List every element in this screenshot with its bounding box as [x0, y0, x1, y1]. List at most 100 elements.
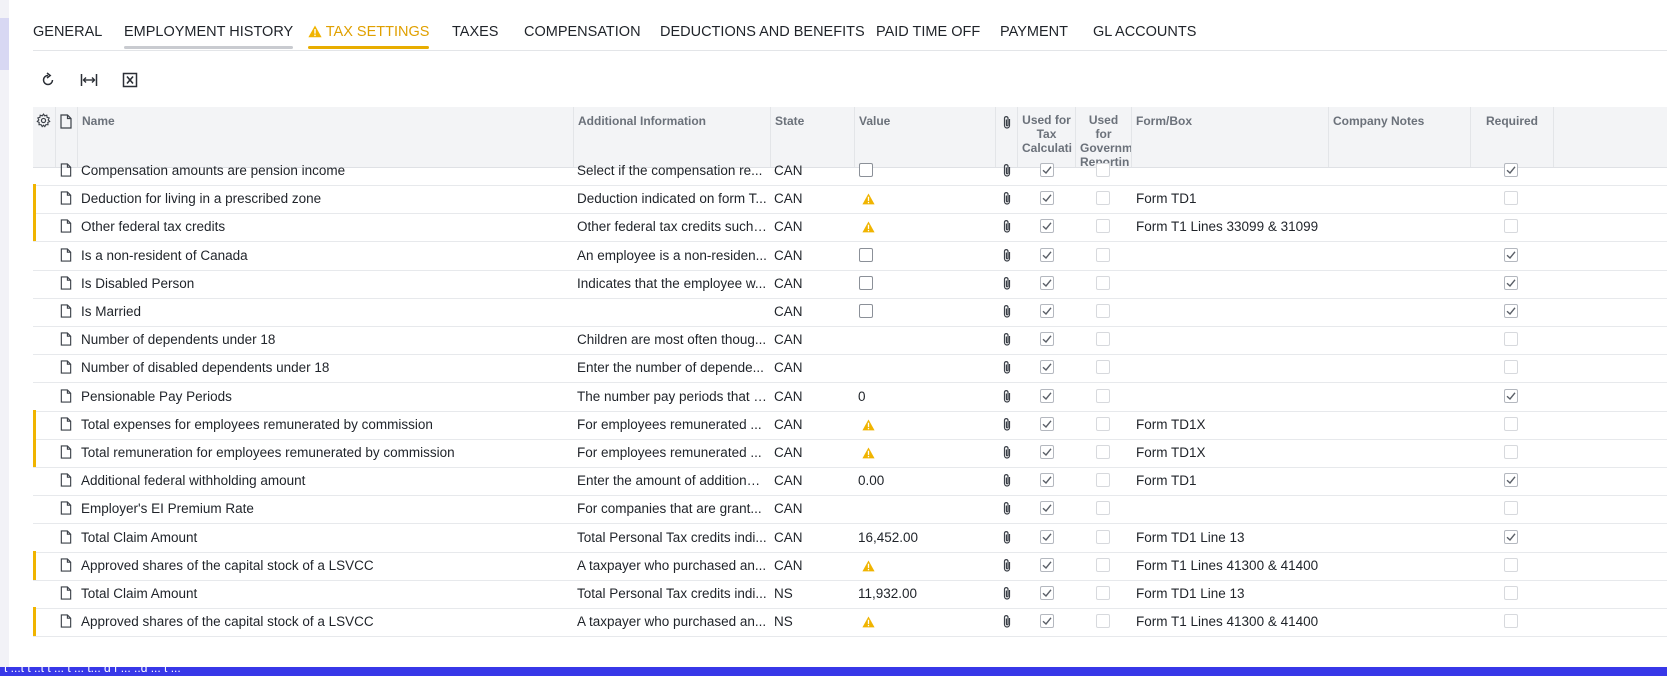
- table-row[interactable]: Total expenses for employees remunerated…: [33, 410, 1667, 440]
- table-row[interactable]: Additional federal withholding amount Ent…: [33, 466, 1667, 496]
- company-notes-cell[interactable]: [1332, 410, 1468, 439]
- value-cell[interactable]: [858, 353, 993, 382]
- value-checkbox[interactable]: [859, 276, 873, 290]
- form-box-cell: Form T1 Lines 33099 & 31099: [1136, 219, 1319, 234]
- fit-to-width-button[interactable]: [75, 66, 103, 94]
- paperclip-icon[interactable]: [1001, 530, 1013, 550]
- paperclip-icon[interactable]: [1001, 163, 1013, 183]
- table-row[interactable]: Employer's EI Premium Rate For companies …: [33, 494, 1667, 524]
- paperclip-icon[interactable]: [1001, 360, 1013, 380]
- table-row[interactable]: Approved shares of the capital stock of …: [33, 607, 1667, 637]
- table-row[interactable]: Total Claim Amount Total Personal Tax cre…: [33, 523, 1667, 553]
- table-row[interactable]: Number of disabled dependents under 18 En…: [33, 353, 1667, 383]
- paperclip-icon[interactable]: [1001, 304, 1013, 324]
- document-icon[interactable]: [60, 501, 72, 520]
- required-checkbox: [1504, 389, 1518, 403]
- company-notes-cell[interactable]: [1332, 551, 1468, 580]
- tab-tax-settings[interactable]: TAX SETTINGS: [308, 24, 430, 49]
- name-cell: Number of disabled dependents under 18: [81, 360, 330, 375]
- document-icon[interactable]: [60, 191, 72, 210]
- document-icon[interactable]: [60, 304, 72, 323]
- value-checkbox[interactable]: [859, 248, 873, 262]
- name-cell: Deduction for living in a prescribed zon…: [81, 191, 322, 206]
- document-icon[interactable]: [60, 614, 72, 633]
- paperclip-icon[interactable]: [1001, 586, 1013, 606]
- document-icon[interactable]: [60, 360, 72, 379]
- value-cell[interactable]: [858, 494, 993, 523]
- table-row[interactable]: Is a non-resident of Canada An employee i…: [33, 241, 1667, 271]
- paperclip-icon[interactable]: [1001, 191, 1013, 211]
- document-icon[interactable]: [60, 530, 72, 549]
- company-notes-cell[interactable]: [1332, 523, 1468, 552]
- paperclip-icon[interactable]: [1001, 417, 1013, 437]
- company-notes-cell[interactable]: [1332, 579, 1468, 608]
- company-notes-cell[interactable]: [1332, 212, 1468, 241]
- table-row[interactable]: Is Disabled Person Indicates that the emp…: [33, 269, 1667, 299]
- document-icon[interactable]: [60, 473, 72, 492]
- tab-gl-accounts[interactable]: GL ACCOUNTS: [1093, 24, 1196, 40]
- document-icon[interactable]: [60, 558, 72, 577]
- company-notes-cell[interactable]: [1332, 297, 1468, 326]
- paperclip-icon[interactable]: [1001, 248, 1013, 268]
- paperclip-icon[interactable]: [1001, 332, 1013, 352]
- paperclip-icon[interactable]: [1001, 558, 1013, 578]
- paperclip-icon[interactable]: [1001, 614, 1013, 634]
- export-to-excel-button[interactable]: [116, 66, 144, 94]
- table-row[interactable]: Number of dependents under 18 Children ar…: [33, 325, 1667, 355]
- tab-taxes[interactable]: TAXES: [452, 24, 498, 40]
- document-icon[interactable]: [60, 248, 72, 267]
- document-icon[interactable]: [60, 219, 72, 238]
- paperclip-icon[interactable]: [1001, 501, 1013, 521]
- company-notes-cell[interactable]: [1332, 241, 1468, 270]
- value-cell[interactable]: 0: [858, 382, 993, 411]
- left-rail: [0, 0, 9, 676]
- document-icon[interactable]: [60, 417, 72, 436]
- tab-paid-time-off[interactable]: PAID TIME OFF: [876, 24, 980, 40]
- used-for-government-reporting-checkbox: [1096, 558, 1110, 572]
- company-notes-cell[interactable]: [1332, 466, 1468, 495]
- table-row[interactable]: Approved shares of the capital stock of …: [33, 551, 1667, 581]
- document-icon[interactable]: [60, 389, 72, 408]
- table-row[interactable]: Deduction for living in a prescribed zon…: [33, 184, 1667, 214]
- state-cell: CAN: [774, 304, 803, 319]
- table-row[interactable]: Compensation amounts are pension income S…: [33, 156, 1667, 186]
- company-notes-cell[interactable]: [1332, 325, 1468, 354]
- company-notes-cell[interactable]: [1332, 607, 1468, 636]
- table-row[interactable]: Total remuneration for employees remuner…: [33, 438, 1667, 468]
- company-notes-cell[interactable]: [1332, 494, 1468, 523]
- company-notes-cell[interactable]: [1332, 156, 1468, 185]
- company-notes-cell[interactable]: [1332, 438, 1468, 467]
- value-cell[interactable]: 11,932.00: [858, 579, 993, 608]
- tab-employment-history[interactable]: EMPLOYMENT HISTORY: [124, 24, 294, 49]
- value-cell[interactable]: [858, 325, 993, 354]
- paperclip-icon[interactable]: [1001, 445, 1013, 465]
- tab-compensation[interactable]: COMPENSATION: [524, 24, 641, 40]
- paperclip-icon[interactable]: [1001, 276, 1013, 296]
- table-row[interactable]: Total Claim Amount Total Personal Tax cre…: [33, 579, 1667, 609]
- tab-deductions-and-benefits[interactable]: DEDUCTIONS AND BENEFITS: [660, 24, 865, 40]
- document-icon[interactable]: [60, 586, 72, 605]
- state-cell: CAN: [774, 501, 803, 516]
- refresh-button[interactable]: [34, 66, 62, 94]
- table-row[interactable]: Pensionable Pay Periods The number pay pe…: [33, 382, 1667, 412]
- paperclip-icon[interactable]: [1001, 219, 1013, 239]
- document-icon[interactable]: [60, 445, 72, 464]
- value-cell[interactable]: 0.00: [858, 466, 993, 495]
- tab-general[interactable]: GENERAL: [33, 24, 102, 40]
- company-notes-cell[interactable]: [1332, 269, 1468, 298]
- value-cell[interactable]: 16,452.00: [858, 523, 993, 552]
- company-notes-cell[interactable]: [1332, 382, 1468, 411]
- document-icon[interactable]: [60, 332, 72, 351]
- table-row[interactable]: Is Married CAN: [33, 297, 1667, 327]
- paperclip-icon[interactable]: [1001, 473, 1013, 493]
- value-checkbox[interactable]: [859, 163, 873, 177]
- document-icon[interactable]: [60, 163, 72, 182]
- company-notes-cell[interactable]: [1332, 353, 1468, 382]
- document-icon[interactable]: [60, 276, 72, 295]
- value-checkbox[interactable]: [859, 304, 873, 318]
- company-notes-cell[interactable]: [1332, 184, 1468, 213]
- warning-icon: [862, 192, 875, 210]
- table-row[interactable]: Other federal tax credits Other federal t…: [33, 212, 1667, 242]
- paperclip-icon[interactable]: [1001, 389, 1013, 409]
- tab-payment[interactable]: PAYMENT: [1000, 24, 1068, 40]
